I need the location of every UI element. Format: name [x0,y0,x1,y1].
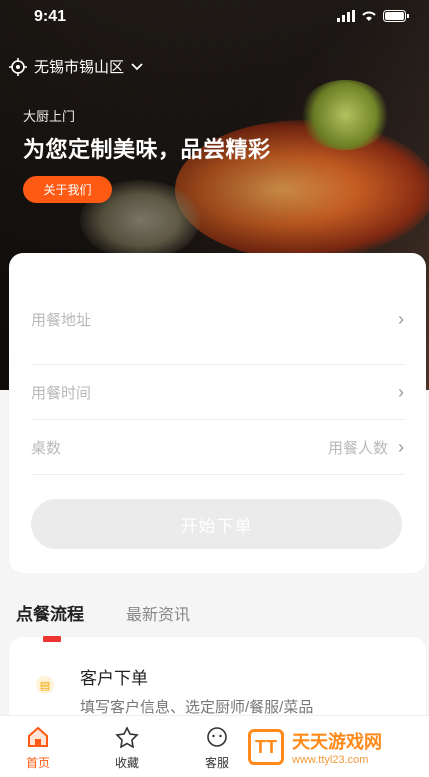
wifi-icon [362,11,376,21]
flow-step-title: 客户下单 [80,669,148,688]
tabbar-service[interactable]: 客服 [187,726,247,771]
address-placeholder: 用餐地址 [31,312,92,329]
flow-step-desc: 填写客户信息、选定厨师/餐服/菜品 [80,699,314,716]
tab-latest-news[interactable]: 最新资讯 [126,601,190,625]
star-icon [115,726,139,748]
tabbar-favorites[interactable]: 收藏 [97,726,157,771]
tables-field[interactable]: 桌数 用餐人数 › [31,420,404,475]
location-city: 无锡市锡山区 [34,59,125,76]
watermark-logo-icon: TT [248,729,284,765]
signal-icon [337,10,355,22]
chevron-right-icon: › [398,381,404,402]
battery-icon [383,10,409,22]
hero-tag: 大厨上门 [23,109,76,124]
tabbar-home[interactable]: 首页 [8,726,68,771]
start-order-button[interactable]: 开始下单 [31,499,402,549]
tab-order-process[interactable]: 点餐流程 [16,600,84,625]
watermark-name: 天天游戏网 [292,732,382,752]
guests-placeholder: 用餐人数 [327,439,388,457]
chevron-right-icon: › [398,436,404,457]
watermark: TT 天天游戏网 www.ttyl23.com [248,728,382,766]
time-field[interactable]: 用餐时间 › [31,365,404,420]
locate-icon [9,57,27,76]
home-icon [28,726,48,747]
section-tabs: 点餐流程 最新资讯 [16,600,190,625]
about-us-button[interactable]: 关于我们 [23,176,112,203]
status-bar: 9:41 [0,0,429,34]
order-form-icon: ▤ [36,676,54,694]
hero-headline: 为您定制美味，品尝精彩 [23,137,271,162]
watermark-url: www.ttyl23.com [292,754,369,766]
chevron-down-icon [131,62,143,70]
time-placeholder: 用餐时间 [31,384,92,402]
address-field[interactable]: 用餐地址 › [31,275,404,365]
order-form-card: 用餐地址 › 用餐时间 › 桌数 用餐人数 › 开始下单 [9,253,426,573]
status-time: 9:41 [34,8,67,25]
tables-label: 桌数 [31,439,62,457]
service-icon [207,727,227,747]
chevron-right-icon: › [398,309,404,329]
step-marker [43,636,61,642]
location-selector[interactable]: 无锡市锡山区 [8,56,144,77]
